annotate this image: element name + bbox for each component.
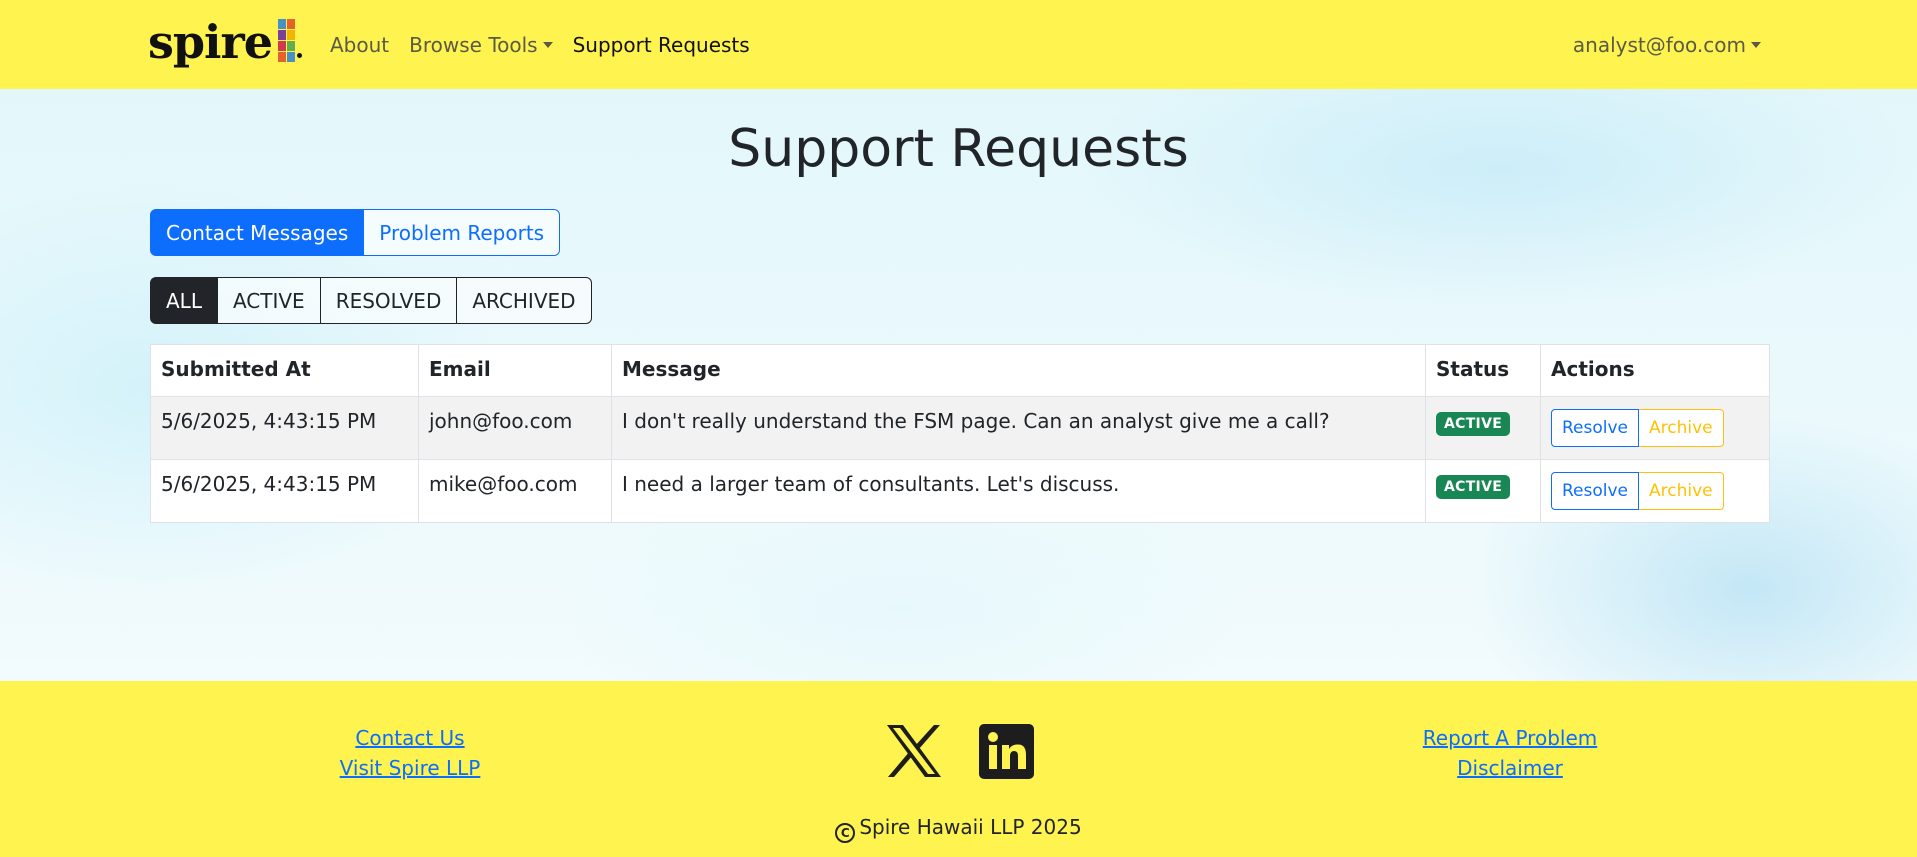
tab-problem-reports[interactable]: Problem Reports bbox=[364, 209, 561, 256]
social-links bbox=[885, 723, 1034, 779]
x-logo-icon[interactable] bbox=[885, 723, 943, 779]
cell-message: I don't really understand the FSM page. … bbox=[611, 396, 1426, 460]
linkedin-icon[interactable] bbox=[979, 723, 1034, 779]
brand-mark-icon bbox=[278, 18, 296, 62]
nav-link-support-requests[interactable]: Support Requests bbox=[573, 33, 750, 57]
status-badge: ACTIVE bbox=[1436, 412, 1511, 436]
nav-link-browse-tools-label: Browse Tools bbox=[409, 32, 538, 57]
cell-email: mike@foo.com bbox=[418, 459, 612, 523]
tab-contact-messages[interactable]: Contact Messages bbox=[150, 209, 365, 256]
status-badge: ACTIVE bbox=[1436, 475, 1511, 499]
disclaimer-link[interactable]: Disclaimer bbox=[1410, 753, 1610, 783]
filter-archived[interactable]: ARCHIVED bbox=[457, 277, 592, 324]
footer: Contact Us Visit Spire LLP Report A Prob… bbox=[0, 681, 1917, 857]
contact-us-link[interactable]: Contact Us bbox=[310, 723, 510, 753]
resolve-button[interactable]: Resolve bbox=[1551, 409, 1640, 447]
header-actions: Actions bbox=[1540, 344, 1770, 397]
report-problem-link[interactable]: Report A Problem bbox=[1410, 723, 1610, 753]
cell-email: john@foo.com bbox=[418, 396, 612, 460]
navbar: spire About Browse Tools Support Request… bbox=[0, 0, 1917, 89]
filter-resolved[interactable]: RESOLVED bbox=[320, 277, 458, 324]
footer-right-links: Report A Problem Disclaimer bbox=[1410, 723, 1610, 783]
main-content: Support Requests Contact Messages Proble… bbox=[0, 89, 1917, 681]
cell-submitted-at: 5/6/2025, 4:43:15 PM bbox=[150, 396, 419, 460]
nav-links: About Browse Tools Support Requests bbox=[330, 0, 750, 89]
nav-link-about[interactable]: About bbox=[330, 33, 389, 57]
brand-logo[interactable]: spire bbox=[148, 14, 303, 70]
cell-actions: Resolve Archive bbox=[1540, 396, 1770, 460]
cell-message: I need a larger team of consultants. Let… bbox=[611, 459, 1426, 523]
caret-down-icon bbox=[542, 41, 553, 48]
table-row: 5/6/2025, 4:43:15 PM john@foo.com I don'… bbox=[150, 396, 1770, 460]
header-status: Status bbox=[1425, 344, 1541, 397]
table-header-row: Submitted At Email Message Status Action… bbox=[150, 344, 1770, 397]
filter-active[interactable]: ACTIVE bbox=[217, 277, 321, 324]
copyright-text: Spire Hawaii LLP 2025 bbox=[859, 815, 1082, 839]
copyright: C Spire Hawaii LLP 2025 bbox=[0, 815, 1917, 843]
cell-actions: Resolve Archive bbox=[1540, 459, 1770, 523]
user-menu[interactable]: analyst@foo.com bbox=[1573, 0, 1761, 89]
page-title: Support Requests bbox=[728, 119, 1189, 179]
visit-spire-link[interactable]: Visit Spire LLP bbox=[310, 753, 510, 783]
archive-button[interactable]: Archive bbox=[1639, 409, 1724, 447]
cell-status: ACTIVE bbox=[1425, 459, 1541, 523]
requests-table: Submitted At Email Message Status Action… bbox=[150, 344, 1770, 523]
header-email: Email bbox=[418, 344, 612, 397]
filter-all[interactable]: ALL bbox=[150, 277, 218, 324]
request-type-tabs: Contact Messages Problem Reports bbox=[150, 209, 561, 256]
table-row: 5/6/2025, 4:43:15 PM mike@foo.com I need… bbox=[150, 459, 1770, 523]
cell-status: ACTIVE bbox=[1425, 396, 1541, 460]
brand-dot-icon bbox=[297, 53, 303, 58]
caret-down-icon bbox=[1751, 41, 1761, 48]
status-filters: ALL ACTIVE RESOLVED ARCHIVED bbox=[150, 277, 592, 324]
copyright-icon: C bbox=[835, 823, 856, 843]
resolve-button[interactable]: Resolve bbox=[1551, 472, 1640, 510]
archive-button[interactable]: Archive bbox=[1639, 472, 1724, 510]
nav-link-browse-tools[interactable]: Browse Tools bbox=[409, 32, 553, 57]
header-submitted-at: Submitted At bbox=[150, 344, 419, 397]
brand-wordmark: spire bbox=[148, 15, 273, 69]
footer-left-links: Contact Us Visit Spire LLP bbox=[310, 723, 510, 783]
user-email: analyst@foo.com bbox=[1572, 32, 1746, 57]
cell-submitted-at: 5/6/2025, 4:43:15 PM bbox=[150, 459, 419, 523]
header-message: Message bbox=[611, 344, 1426, 397]
